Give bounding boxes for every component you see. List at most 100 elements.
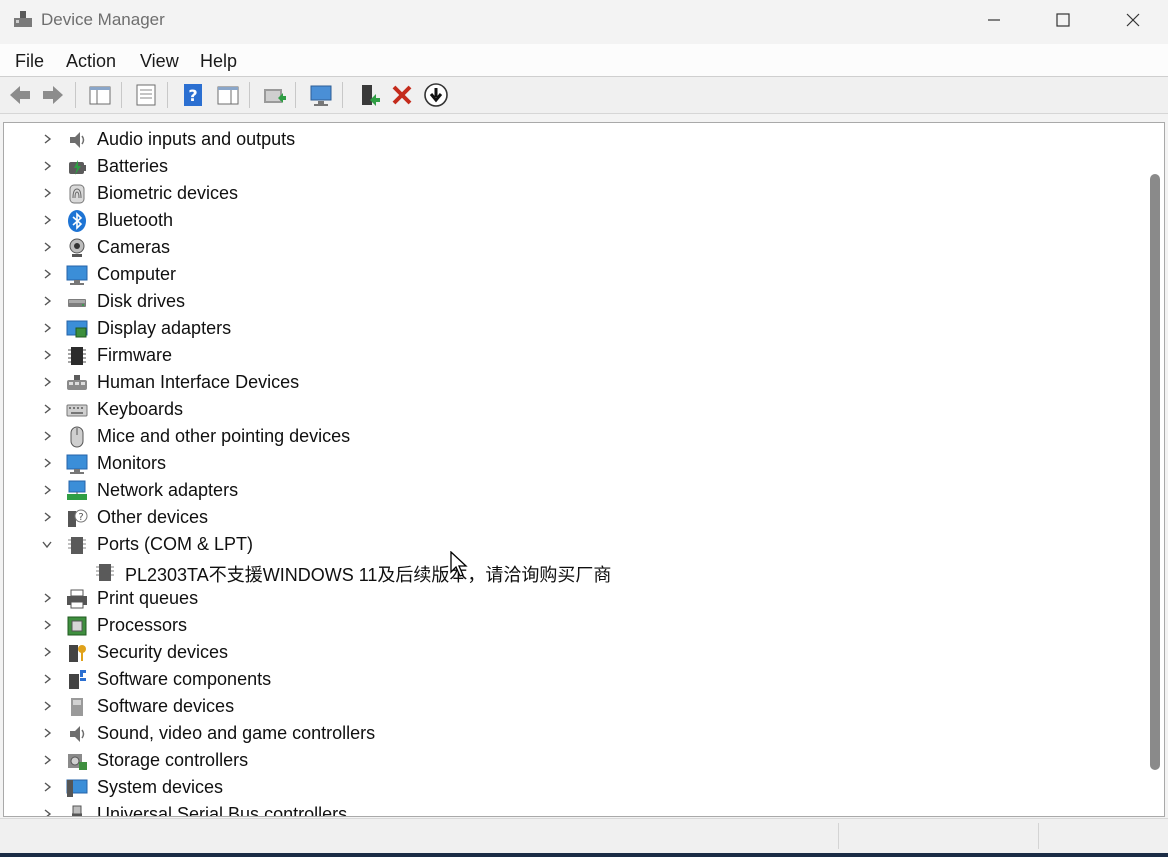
tree-item-category[interactable]: Mice and other pointing devices — [4, 423, 1134, 450]
window-title: Device Manager — [41, 10, 165, 29]
update-driver-button[interactable] — [260, 81, 288, 109]
title-bar[interactable]: Device Manager — [0, 0, 1168, 42]
tree-item-label: Print queues — [97, 588, 199, 608]
tree-item-label: Batteries — [97, 156, 169, 176]
tree-item-category[interactable]: Security devices — [4, 639, 1134, 666]
display-adapter-icon — [66, 318, 88, 340]
chevron-right-icon[interactable] — [40, 483, 54, 497]
chevron-right-icon[interactable] — [40, 726, 54, 740]
menu-help[interactable]: Help — [200, 51, 237, 72]
tree-item-category[interactable]: Biometric devices — [4, 180, 1134, 207]
tree-item-category[interactable]: Firmware — [4, 342, 1134, 369]
tree-item-category[interactable]: Sound, video and game controllers — [4, 720, 1134, 747]
tree-item-label: Other devices — [97, 507, 209, 527]
tree-item-category[interactable]: Disk drives — [4, 288, 1134, 315]
show-hide-console-tree-button[interactable] — [86, 81, 114, 109]
help-button[interactable]: ? — [179, 81, 207, 109]
enable-device-button[interactable] — [355, 81, 383, 109]
tree-item-category[interactable]: Human Interface Devices — [4, 369, 1134, 396]
chevron-right-icon[interactable] — [40, 510, 54, 524]
tree-item-category[interactable]: Software components — [4, 666, 1134, 693]
tree-item-label: Network adapters — [97, 480, 239, 500]
tree-item-category[interactable]: Universal Serial Bus controllers — [4, 801, 1134, 816]
hid-icon — [66, 372, 88, 394]
toolbar-separator — [75, 82, 76, 108]
network-adapter-icon — [66, 480, 88, 502]
toolbar: ? — [0, 77, 1168, 114]
uninstall-device-button[interactable] — [388, 81, 416, 109]
properties-icon — [136, 84, 156, 106]
tree-item-category[interactable]: Audio inputs and outputs — [4, 126, 1134, 153]
chevron-right-icon[interactable] — [40, 375, 54, 389]
chevron-right-icon[interactable] — [40, 672, 54, 686]
vertical-scrollbar[interactable] — [1146, 126, 1161, 813]
minimize-button[interactable] — [959, 0, 1029, 40]
chevron-right-icon[interactable] — [40, 267, 54, 281]
disk-drive-icon — [66, 291, 88, 313]
chevron-right-icon[interactable] — [40, 132, 54, 146]
help-icon: ? — [184, 84, 202, 106]
show-hide-console-tree-icon — [89, 86, 111, 105]
menu-view[interactable]: View — [140, 51, 179, 72]
tree-item-category[interactable]: System devices — [4, 774, 1134, 801]
chevron-right-icon[interactable] — [40, 240, 54, 254]
tree-item-category[interactable]: Keyboards — [4, 396, 1134, 423]
menu-file[interactable]: File — [15, 51, 44, 72]
tree-item-label: System devices — [97, 777, 224, 797]
chevron-right-icon[interactable] — [40, 402, 54, 416]
tree-item-category[interactable]: Batteries — [4, 153, 1134, 180]
tree-item-label: Sound, video and game controllers — [97, 723, 376, 743]
tree-item-category[interactable]: Display adapters — [4, 315, 1134, 342]
back-button[interactable] — [6, 81, 34, 109]
port-icon — [66, 534, 88, 556]
storage-controller-icon — [66, 750, 88, 772]
tree-item-category[interactable]: Network adapters — [4, 477, 1134, 504]
uninstall-device-icon — [392, 85, 412, 105]
tree-item-category[interactable]: Print queues — [4, 585, 1134, 612]
forward-button[interactable] — [39, 81, 67, 109]
tree-item-category[interactable]: ? Other devices — [4, 504, 1134, 531]
tree-item-category[interactable]: Processors — [4, 612, 1134, 639]
action-pane-button[interactable] — [214, 81, 242, 109]
camera-icon — [66, 237, 88, 259]
scrollbar-thumb[interactable] — [1150, 174, 1160, 770]
tree-item-category[interactable]: Storage controllers — [4, 747, 1134, 774]
tree-item-category[interactable]: Computer — [4, 261, 1134, 288]
scan-hardware-changes-button[interactable] — [307, 81, 335, 109]
tree-item-device[interactable]: PL2303TA不支援WINDOWS 11及后续版本，请洽询购买厂商 — [4, 558, 1134, 585]
chevron-right-icon[interactable] — [40, 618, 54, 632]
chevron-right-icon[interactable] — [40, 321, 54, 335]
chevron-right-icon[interactable] — [40, 213, 54, 227]
tree-item-category[interactable]: Bluetooth — [4, 207, 1134, 234]
security-device-icon — [66, 642, 88, 664]
chevron-right-icon[interactable] — [40, 294, 54, 308]
tree-item-category[interactable]: Software devices — [4, 693, 1134, 720]
scan-hardware-changes-icon — [310, 85, 332, 106]
chevron-right-icon[interactable] — [40, 348, 54, 362]
chevron-right-icon[interactable] — [40, 645, 54, 659]
svg-text:?: ? — [188, 86, 197, 105]
chevron-right-icon[interactable] — [40, 159, 54, 173]
menu-action[interactable]: Action — [66, 51, 116, 72]
status-bar — [0, 818, 1168, 853]
chevron-right-icon[interactable] — [40, 429, 54, 443]
tree-item-label: Ports (COM & LPT) — [97, 534, 254, 554]
chevron-right-icon[interactable] — [40, 186, 54, 200]
tree-item-category[interactable]: Ports (COM & LPT) — [4, 531, 1134, 558]
chevron-right-icon[interactable] — [40, 807, 54, 816]
tree-item-label: Human Interface Devices — [97, 372, 300, 392]
tree-item-category[interactable]: Monitors — [4, 450, 1134, 477]
maximize-icon — [1056, 13, 1070, 27]
properties-button[interactable] — [132, 81, 160, 109]
chevron-right-icon[interactable] — [40, 753, 54, 767]
close-button[interactable] — [1098, 0, 1168, 40]
disable-device-button[interactable] — [422, 81, 450, 109]
chevron-right-icon[interactable] — [40, 456, 54, 470]
device-tree[interactable]: Audio inputs and outputs Batteries Biometr… — [3, 122, 1165, 817]
chevron-down-icon[interactable] — [40, 537, 54, 551]
tree-item-category[interactable]: Cameras — [4, 234, 1134, 261]
maximize-button[interactable] — [1028, 0, 1098, 40]
chevron-right-icon[interactable] — [40, 591, 54, 605]
chevron-right-icon[interactable] — [40, 699, 54, 713]
chevron-right-icon[interactable] — [40, 780, 54, 794]
